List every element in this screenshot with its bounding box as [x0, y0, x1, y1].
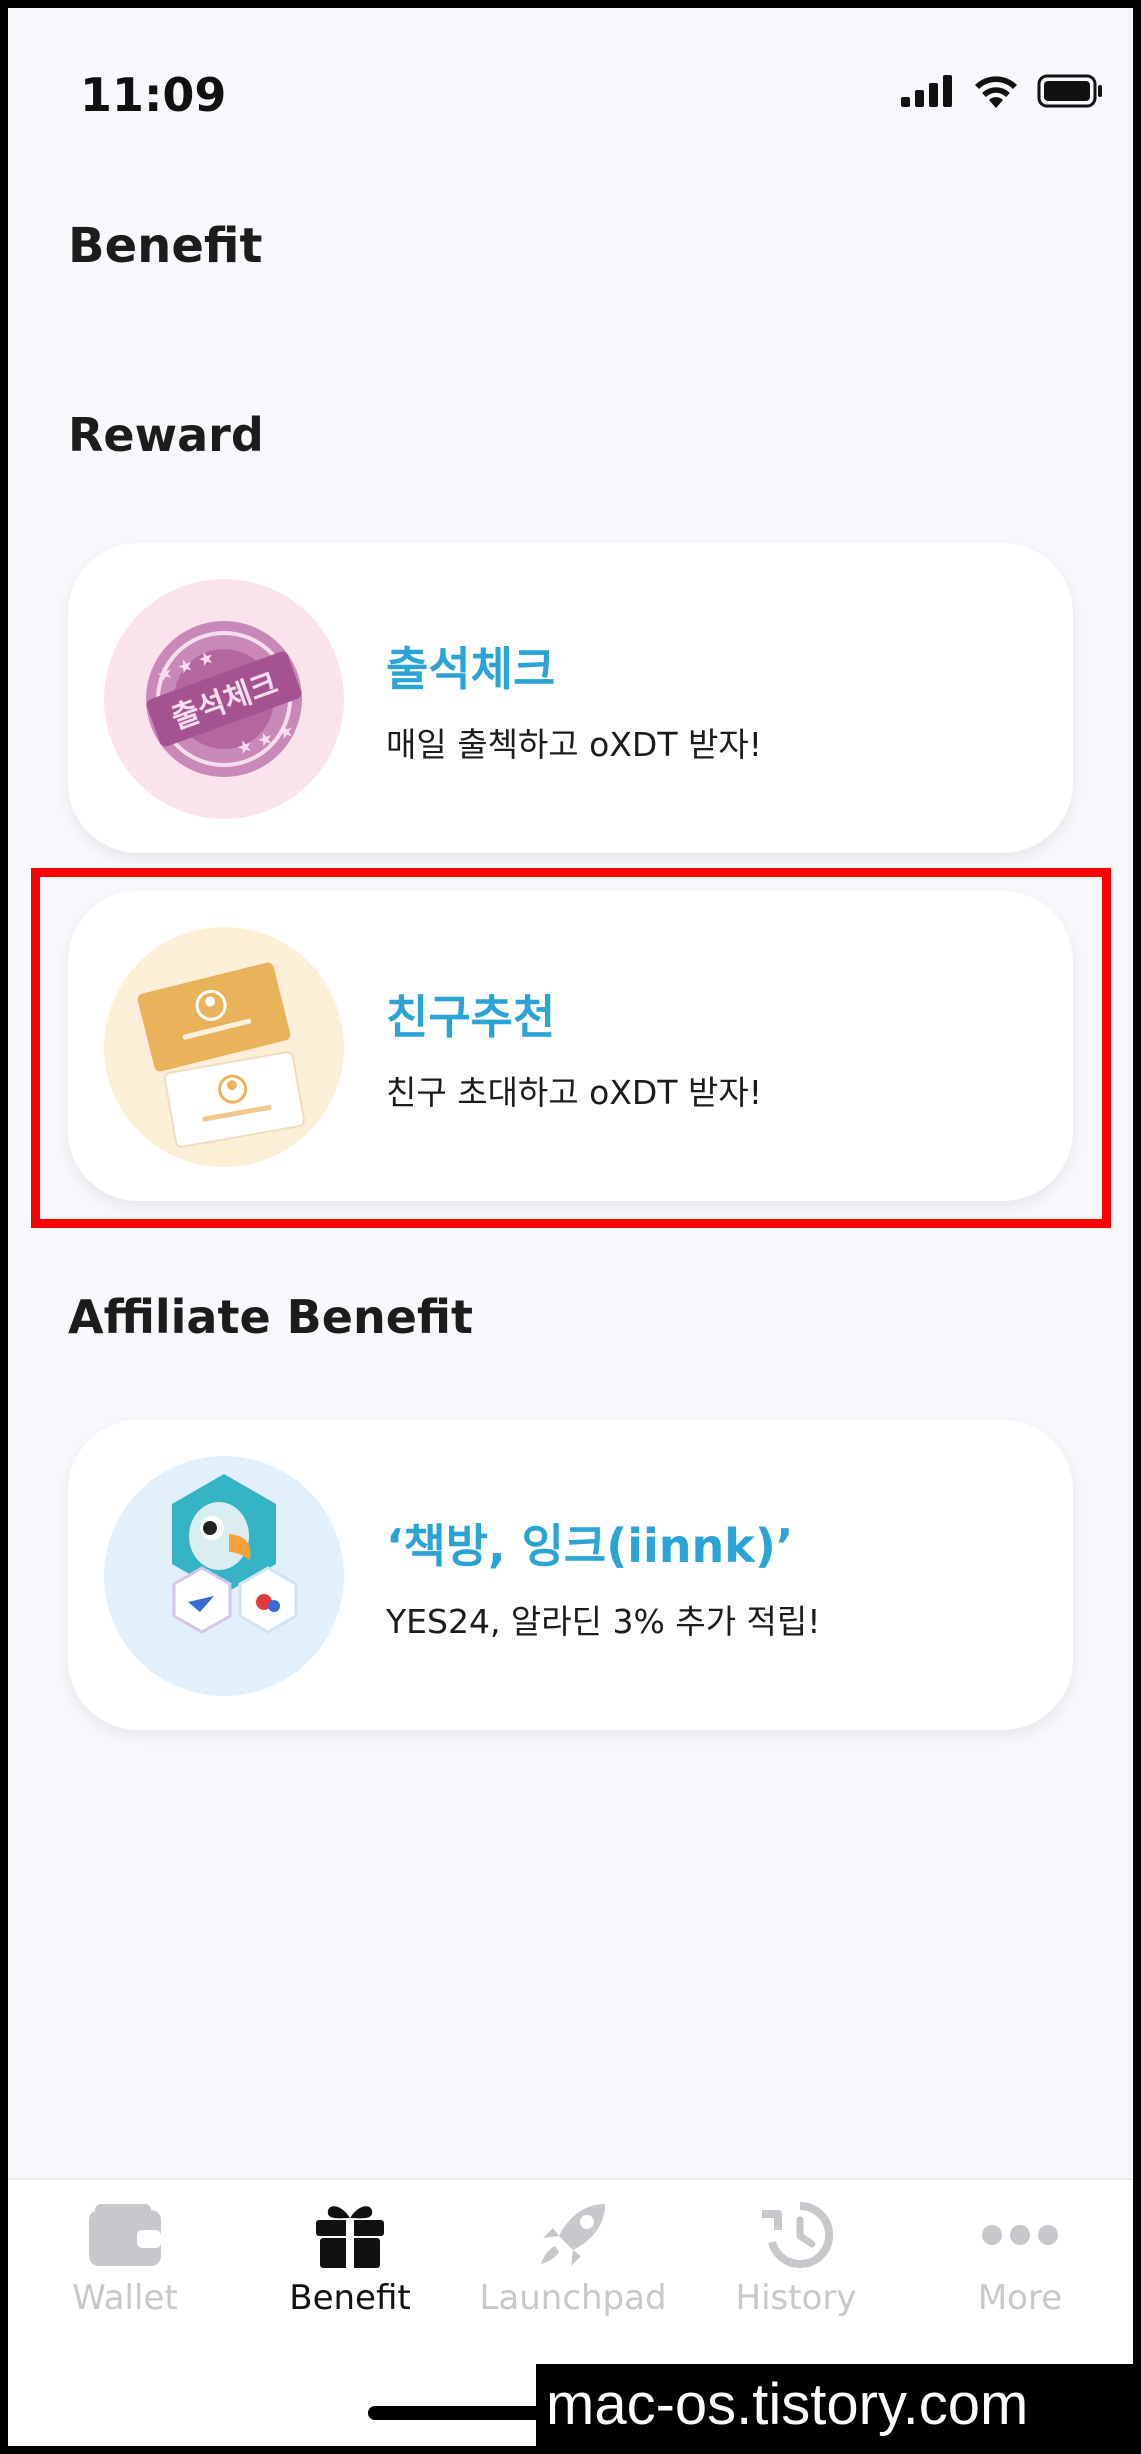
- battery-icon: [1037, 74, 1102, 108]
- tab-benefit[interactable]: Benefit: [240, 2200, 460, 2318]
- tab-wallet[interactable]: Wallet: [15, 2200, 235, 2318]
- attendance-stamp-icon: 출석체크 ★ ★ ★ ★ ★ ★: [104, 579, 344, 819]
- card-description: YES24, 알라딘 3% 추가 적립!: [386, 1602, 821, 1641]
- card-title: ‘책방, 잉크(iinnk)’: [386, 1519, 794, 1573]
- tab-label: Benefit: [289, 2278, 411, 2318]
- tab-launchpad[interactable]: Launchpad: [463, 2200, 683, 2318]
- page-title: Benefit: [68, 218, 263, 274]
- history-icon: [762, 2201, 834, 2268]
- wifi-icon: [975, 76, 1017, 108]
- gift-icon: [316, 2206, 384, 2268]
- phone-screen: 11:09 Benefit Reward 출석체크 ★ ★ ★ ★ ★ ★ 출석…: [8, 8, 1133, 2446]
- status-time: 11:09: [80, 68, 227, 122]
- tab-label: History: [735, 2278, 857, 2318]
- tab-label: Wallet: [72, 2278, 178, 2318]
- highlight-box: [31, 868, 1111, 1228]
- status-icons: [901, 74, 1103, 108]
- tab-label: More: [977, 2278, 1063, 2318]
- card-title: 출석체크: [386, 642, 556, 696]
- attendance-check-card[interactable]: 출석체크 ★ ★ ★ ★ ★ ★ 출석체크 매일 출첵하고 oXDT 받자!: [68, 543, 1073, 853]
- section-title-affiliate: Affiliate Benefit: [68, 1290, 473, 1344]
- tab-history[interactable]: History: [686, 2200, 906, 2318]
- more-icon: [982, 2225, 1058, 2245]
- status-bar: 11:09: [8, 8, 1133, 188]
- signal-icon: [901, 75, 952, 107]
- bookstore-parrot-icon: [104, 1456, 344, 1696]
- wallet-icon: [89, 2204, 161, 2266]
- bookstore-inkk-card[interactable]: ‘책방, 잉크(iinnk)’ YES24, 알라딘 3% 추가 적립!: [68, 1420, 1073, 1730]
- watermark-text: mac-os.tistory.com: [536, 2364, 1133, 2446]
- section-title-reward: Reward: [68, 408, 264, 462]
- rocket-icon: [541, 2204, 605, 2266]
- tab-label: Launchpad: [479, 2278, 667, 2318]
- card-description: 매일 출첵하고 oXDT 받자!: [386, 725, 762, 764]
- tab-more[interactable]: More: [910, 2200, 1130, 2318]
